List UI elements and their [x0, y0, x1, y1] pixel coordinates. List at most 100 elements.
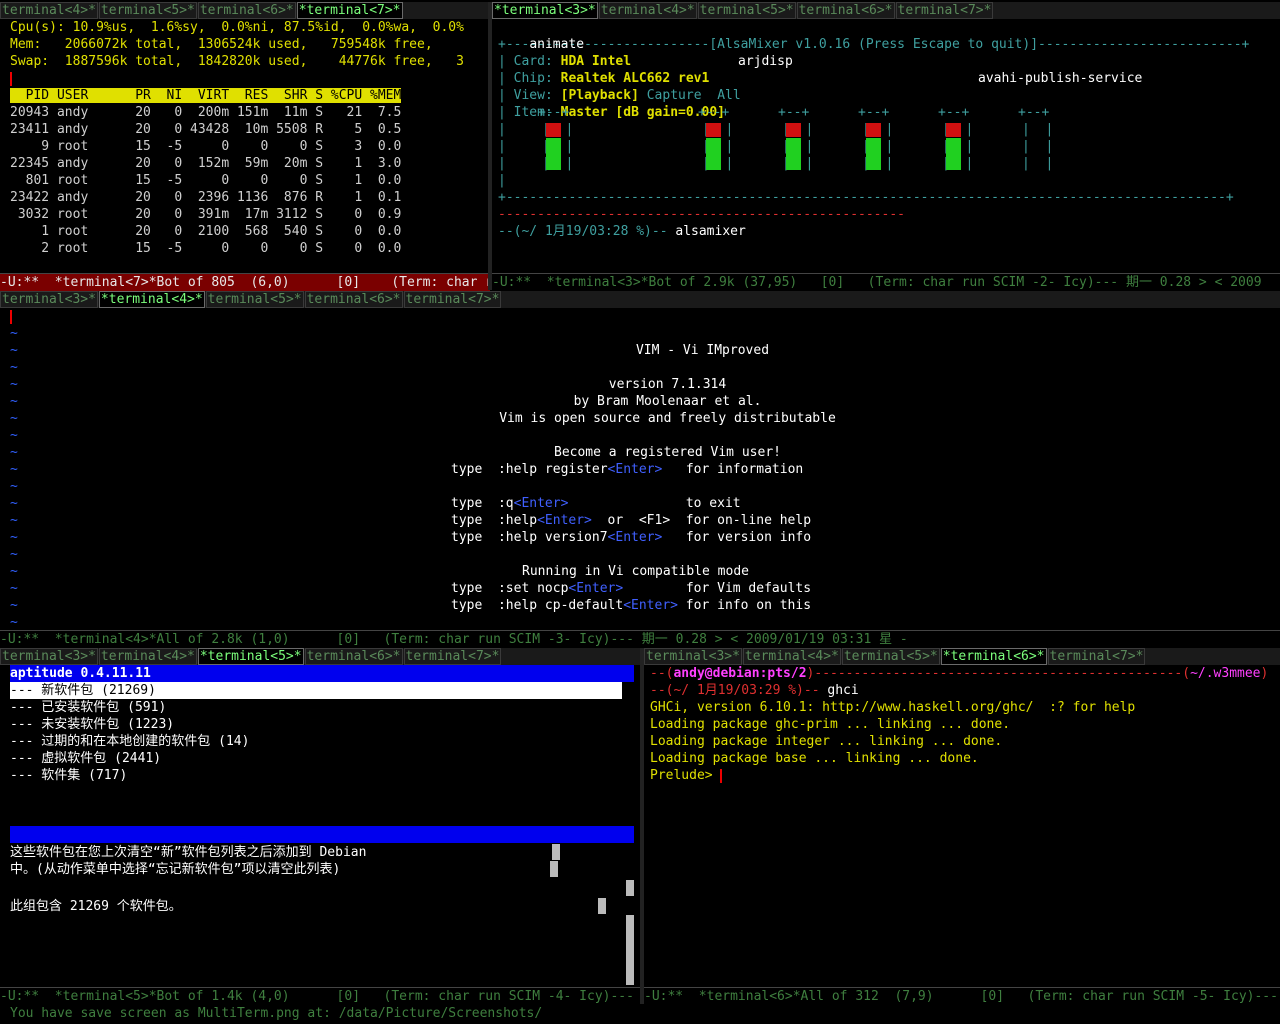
user-host: andy@debian:pts/2: [673, 666, 807, 681]
process-row: 23422 andy 20 0 2396 1136 876 R 1 0.1: [10, 190, 402, 205]
package-group-item[interactable]: --- 虚拟软件包 (2441): [10, 750, 622, 767]
current-directory: ~/.w3mmee: [1190, 666, 1261, 681]
aptitude-title-bar: aptitude 0.4.11.11: [10, 665, 634, 682]
vim-vi-compat: Running in Vi compatible mode: [522, 564, 749, 579]
process-row: 801 root 15 -5 0 0 0 S 1 0.0: [10, 173, 402, 188]
tab-terminal7[interactable]: terminal<7>*: [403, 648, 502, 665]
channel-cap: +--+: [1018, 105, 1050, 120]
pane-vim[interactable]: ~ ~ ~ ~ ~ ~ ~ ~ ~ ~ ~ ~ ~ ~ ~ ~ ~ ~ VIM - Vi IMproved ver…: [0, 308, 1270, 630]
scrollbar-fragment: [552, 844, 560, 860]
process-table-header: PID USER PR NI VIRT RES SHR S %CPU %MEM: [10, 88, 402, 103]
package-group-item[interactable]: --- 过期的和在本地创建的软件包 (14): [10, 733, 622, 750]
channel-peak: [866, 123, 881, 137]
vim-empty-line: ~: [10, 496, 18, 511]
tab-terminal6[interactable]: *terminal<6>*: [940, 648, 1047, 665]
tab-terminal3[interactable]: *terminal<3>*: [492, 2, 598, 19]
vim-empty-line: ~: [10, 598, 18, 613]
shell-command: ghci: [827, 683, 859, 698]
ghci-output-line: Loading package integer ... linking ... …: [650, 734, 1003, 749]
package-count: 此组包含 21269 个软件包。: [10, 899, 182, 914]
tabbar-top-left: terminal<4>* terminal<5>* terminal<6>* *ter…: [0, 2, 488, 19]
channel-level[interactable]: [546, 138, 561, 170]
tab-terminal5[interactable]: terminal<5>*: [205, 291, 304, 308]
scrollbar[interactable]: [626, 915, 634, 985]
package-group-item[interactable]: --- 软件集 (717): [10, 767, 622, 784]
ghci-output-line: GHCi, version 6.10.1: http://www.haskell…: [650, 700, 1136, 715]
cpu-summary: Cpu(s): 10.9%us, 1.6%sy, 0.0%ni, 87.5%id…: [10, 20, 464, 35]
view-capture[interactable]: Capture: [647, 88, 702, 103]
chip-value: Realtek ALC662 rev1: [560, 71, 710, 86]
cursor: [10, 71, 12, 86]
channel-cap: +--+: [858, 105, 890, 120]
channel-peak: [946, 123, 961, 137]
tab-terminal6[interactable]: terminal<6>*: [197, 2, 296, 19]
file-item: avahi-publish-service: [978, 71, 1143, 86]
channel-level[interactable]: [706, 138, 721, 170]
ghci-output-line: Loading package base ... linking ... don…: [650, 751, 979, 766]
tab-terminal5[interactable]: terminal<5>*: [841, 648, 940, 665]
channel-cap: +--+: [538, 105, 570, 120]
ghci-output-line: Loading package ghc-prim ... linking ...…: [650, 717, 1011, 732]
tab-terminal5[interactable]: terminal<5>*: [697, 2, 796, 19]
tab-terminal5[interactable]: *terminal<5>*: [197, 648, 304, 665]
tab-terminal7[interactable]: terminal<7>*: [895, 2, 994, 19]
ghci-prompt: Prelude>: [650, 768, 721, 783]
tab-terminal4[interactable]: terminal<4>*: [98, 648, 197, 665]
tab-terminal4[interactable]: terminal<4>*: [0, 2, 98, 19]
vim-help-line: type :q<Enter> to exit: [451, 496, 741, 511]
tab-terminal6[interactable]: terminal<6>*: [304, 648, 403, 665]
channel-peak: [546, 123, 561, 137]
chip-row: | Chip: Realtek ALC662 rev1: [498, 71, 710, 86]
channel-level[interactable]: [946, 138, 961, 170]
process-row: 22345 andy 20 0 152m 59m 20m S 1 3.0: [10, 156, 402, 171]
tab-terminal4[interactable]: terminal<4>*: [742, 648, 841, 665]
pane-aptitude[interactable]: aptitude 0.4.11.11 --- 新软件包 (21269) --- 已…: [0, 665, 640, 987]
tab-terminal3[interactable]: terminal<3>*: [0, 648, 98, 665]
tab-terminal3[interactable]: terminal<3>*: [644, 648, 742, 665]
tab-terminal4[interactable]: terminal<4>*: [598, 2, 697, 19]
tab-terminal3[interactable]: terminal<3>*: [0, 291, 98, 308]
vim-help-line: type :set nocp<Enter> for Vim defaults: [451, 581, 812, 596]
key-hint: <Enter>: [537, 513, 592, 528]
file-item: arjdisp: [738, 54, 793, 69]
cursor: [10, 309, 12, 324]
tab-terminal7[interactable]: *terminal<7>*: [296, 2, 403, 19]
vim-license: Vim is open source and freely distributa…: [499, 411, 836, 426]
package-description: 这些软件包在您上次清空“新”软件包列表之后添加到 Debian: [10, 845, 367, 860]
alsamixer-title: +--------------------------[AlsaMixer v1…: [498, 37, 1250, 52]
package-group-item[interactable]: --- 未安装软件包 (1223): [10, 716, 622, 733]
process-row: 3032 root 20 0 391m 17m 3112 S 0 0.9: [10, 207, 402, 222]
mem-summary: Mem: 2066072k total, 1306524k used, 7595…: [10, 37, 433, 52]
process-list: 20943 andy 20 0 200m 151m 11m S 21 7.5 23…: [0, 104, 488, 257]
tab-terminal6[interactable]: terminal<6>*: [796, 2, 895, 19]
tabbar-top-right: *terminal<3>* terminal<4>* terminal<5>* ter…: [492, 2, 1280, 19]
vim-title: VIM - Vi IMproved: [635, 343, 770, 358]
view-playback[interactable]: [Playback]: [561, 88, 639, 103]
channel-cap: +--+: [938, 105, 970, 120]
mixer-channels[interactable]: |||| +--+| || || |+--+| || || |+--+| || …: [492, 105, 1280, 189]
tab-terminal5[interactable]: terminal<5>*: [98, 2, 197, 19]
process-row: 23411 andy 20 0 43428 10m 5508 R 5 0.5: [10, 122, 402, 137]
package-group-item[interactable]: --- 已安装软件包 (591): [10, 699, 622, 716]
process-row: 9 root 15 -5 0 0 0 S 3 0.0: [10, 139, 402, 154]
vim-register: Become a registered Vim user!: [554, 445, 781, 460]
pane-ghci[interactable]: --(andy@debian:pts/2)-------------------…: [644, 665, 1270, 987]
view-all[interactable]: All: [717, 88, 740, 103]
vim-empty-line: ~: [10, 326, 18, 341]
vim-empty-line: ~: [10, 581, 18, 596]
vim-help-line: type :help cp-default<Enter> for info on…: [451, 598, 812, 613]
channel-level[interactable]: [786, 138, 801, 170]
vim-help-line: type :help version7<Enter> for version i…: [451, 530, 812, 545]
tab-terminal4[interactable]: *terminal<4>*: [98, 291, 205, 308]
tab-terminal7[interactable]: terminal<7>*: [1047, 648, 1146, 665]
pane-top[interactable]: Cpu(s): 10.9%us, 1.6%sy, 0.0%ni, 87.5%id…: [0, 19, 488, 273]
key-hint: <Enter>: [513, 496, 569, 511]
pane-alsamixer[interactable]: animate arjdisp avahi-publish-service +-…: [492, 19, 1280, 273]
scrollbar-fragment: [598, 898, 606, 914]
package-group-item[interactable]: --- 新软件包 (21269): [10, 682, 622, 699]
echo-area: You have save screen as MultiTerm.png at…: [10, 1006, 543, 1021]
tab-terminal7[interactable]: terminal<7>*: [403, 291, 502, 308]
cursor: [720, 768, 723, 783]
tab-terminal6[interactable]: terminal<6>*: [304, 291, 403, 308]
channel-level[interactable]: [866, 138, 881, 170]
